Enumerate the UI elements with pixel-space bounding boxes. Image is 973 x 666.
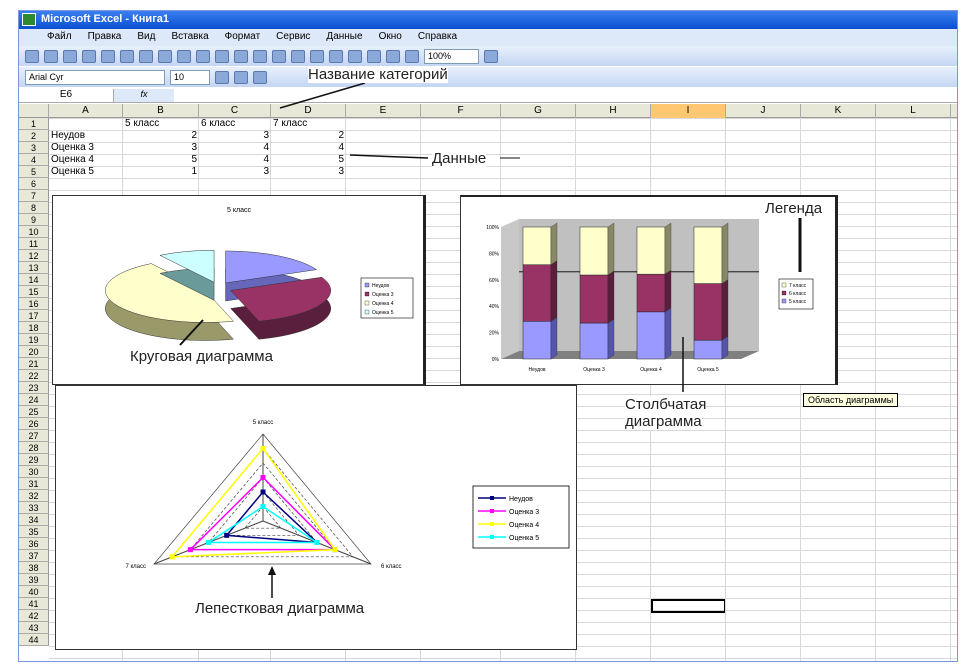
annotation-legend: Легенда: [765, 200, 823, 217]
arrowhead-radar: [268, 566, 276, 575]
annotation-pie: Круговая диаграмма: [130, 348, 273, 365]
annotation-radar: Лепестковая диаграмма: [195, 600, 365, 617]
arrow-data: [349, 154, 429, 159]
annotation-category-name: Название категорий: [308, 66, 448, 83]
chart-area-tooltip: Область диаграммы: [803, 393, 899, 407]
annotation-arrows: [179, 82, 802, 598]
annotation-data: Данные: [432, 150, 487, 167]
arrow-pie: [179, 319, 204, 346]
annotation-bar-2: диаграмма: [625, 413, 702, 430]
annotation-bar-1: Столбчатая: [625, 396, 707, 413]
arrow-category: [279, 82, 366, 109]
